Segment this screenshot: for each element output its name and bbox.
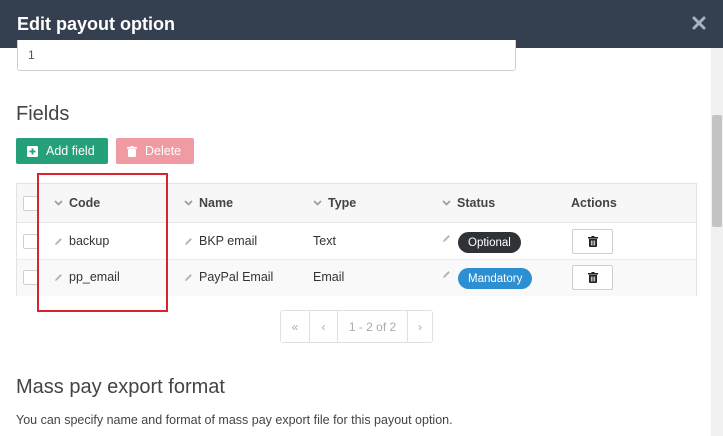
delete-row-button[interactable] xyxy=(572,229,613,254)
status-badge[interactable]: Optional xyxy=(458,232,521,253)
trash-icon xyxy=(587,236,598,247)
page-info: 1 - 2 of 2 xyxy=(338,311,408,342)
mass-pay-section-title: Mass pay export format xyxy=(16,376,225,398)
row-checkbox[interactable] xyxy=(23,270,38,285)
column-header-status[interactable]: Status xyxy=(442,196,495,210)
type-cell: Email xyxy=(313,270,345,284)
top-number-input-value: 1 xyxy=(28,48,35,62)
type-cell: Text xyxy=(313,234,336,248)
status-edit[interactable] xyxy=(442,270,457,279)
status-edit[interactable] xyxy=(442,234,457,243)
column-header-actions: Actions xyxy=(571,196,617,210)
pencil-icon xyxy=(185,237,192,245)
dialog-title: Edit payout option xyxy=(17,13,175,34)
name-cell[interactable]: BKP email xyxy=(184,234,257,248)
trash-icon xyxy=(587,272,598,283)
pencil-icon xyxy=(443,271,450,278)
row-checkbox[interactable] xyxy=(23,234,38,249)
trash-icon xyxy=(127,145,137,157)
pagination: « ‹ 1 - 2 of 2 › xyxy=(280,310,433,343)
add-field-label: Add field xyxy=(46,144,95,158)
delete-label: Delete xyxy=(145,144,182,158)
pencil-icon xyxy=(185,273,192,281)
plus-square-icon xyxy=(27,145,38,157)
edit-payout-dialog: Edit payout option 1 Fields Add field De… xyxy=(0,0,723,436)
next-page-button[interactable]: › xyxy=(408,311,432,342)
chevron-down-icon xyxy=(442,200,451,206)
chevron-down-icon xyxy=(313,200,322,206)
column-header-type[interactable]: Type xyxy=(313,196,356,210)
delete-button[interactable]: Delete xyxy=(116,138,194,164)
prev-page-button[interactable]: ‹ xyxy=(310,311,338,342)
delete-row-button[interactable] xyxy=(572,265,613,290)
scrollbar[interactable] xyxy=(711,48,723,436)
mass-pay-description: You can specify name and format of mass … xyxy=(16,413,453,427)
fields-section-title: Fields xyxy=(16,103,70,125)
add-field-button[interactable]: Add field xyxy=(16,138,108,164)
status-badge[interactable]: Mandatory xyxy=(458,268,533,289)
pencil-icon xyxy=(443,235,450,242)
name-cell[interactable]: PayPal Email xyxy=(184,270,273,284)
select-all-checkbox[interactable] xyxy=(23,196,38,211)
close-icon[interactable] xyxy=(689,13,709,33)
first-page-button[interactable]: « xyxy=(281,311,310,342)
column-header-name[interactable]: Name xyxy=(184,196,233,210)
chevron-down-icon xyxy=(184,200,193,206)
scrollbar-thumb[interactable] xyxy=(712,115,722,227)
code-column-highlight xyxy=(37,173,168,312)
top-number-input[interactable]: 1 xyxy=(17,40,516,71)
